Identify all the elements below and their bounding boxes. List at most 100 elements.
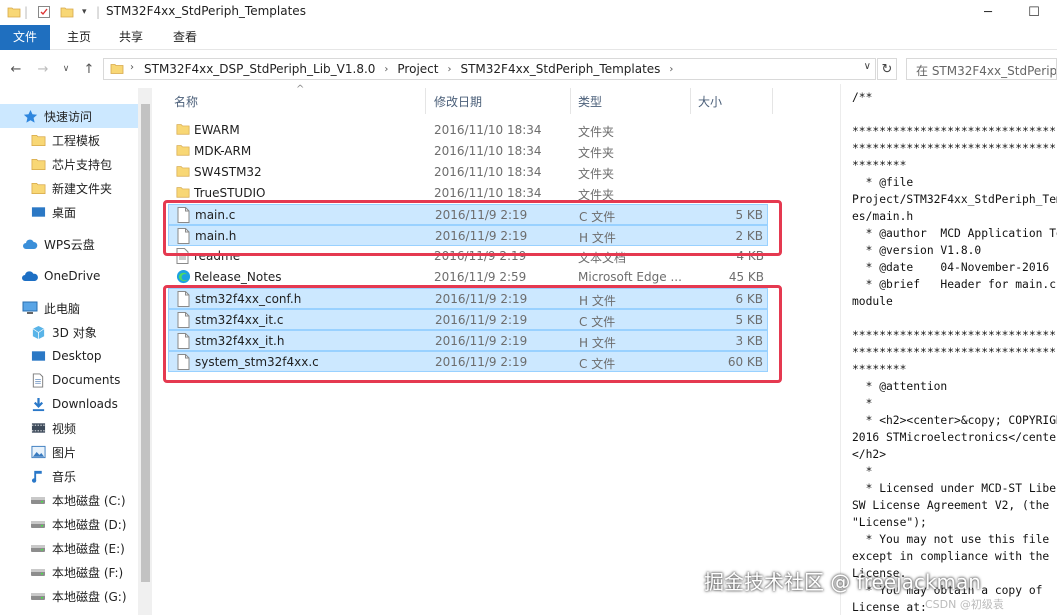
preview-pane: /** ****************************** *****… xyxy=(840,84,1057,615)
up-arrow-icon[interactable]: ↑ xyxy=(80,60,98,78)
sidebar-item[interactable]: 工程模板 xyxy=(0,128,138,152)
file-type: Microsoft Edge ... xyxy=(578,270,682,284)
sidebar-item[interactable]: Documents xyxy=(0,368,138,392)
highlight-box-stm32-files xyxy=(163,285,782,383)
folder-icon xyxy=(30,132,46,148)
sidebar-item[interactable]: 3D 对象 xyxy=(0,320,138,344)
tab-share[interactable]: 共享 xyxy=(110,25,152,50)
sidebar-item-label: Downloads xyxy=(52,397,118,411)
sort-up-icon: ^ xyxy=(296,84,305,95)
recent-locations-icon[interactable]: ∨ xyxy=(57,60,75,78)
file-type: 文件夹 xyxy=(578,167,615,181)
file-date: 2016/11/9 2:59 xyxy=(434,270,527,284)
sidebar-item[interactable]: 本地磁盘 (F:) xyxy=(0,560,138,584)
watermark-secondary: CSDN @初级袁 xyxy=(925,598,1004,611)
file-date: 2016/11/10 18:34 xyxy=(434,165,542,179)
file-name: TrueSTUDIO xyxy=(194,186,266,200)
folder-icon xyxy=(176,143,190,159)
file-list: ^ 名称 修改日期 类型 大小 EWARM 2016/11/10 18:34 文件夹… xyxy=(152,84,840,615)
sidebar-item-label: 工程模板 xyxy=(52,133,101,148)
file-name: EWARM xyxy=(194,123,240,137)
sidebar-item-label: Desktop xyxy=(52,349,102,363)
breadcrumb-item-templates[interactable]: STM32F4xx_StdPeriph_Templates xyxy=(460,62,660,76)
file-row[interactable]: MDK-ARM 2016/11/10 18:34 文件夹 xyxy=(168,141,768,162)
sidebar-item[interactable]: 本地磁盘 (C:) xyxy=(0,488,138,512)
sidebar-item[interactable]: 芯片支持包 xyxy=(0,152,138,176)
column-header-name[interactable]: 名称 xyxy=(174,93,198,110)
sidebar-item[interactable]: 桌面 xyxy=(0,200,138,224)
sidebar-item[interactable]: 本地磁盘 (G:) xyxy=(0,584,138,608)
sidebar-item-label: 快速访问 xyxy=(44,109,93,124)
search-input[interactable]: 在 STM32F4xx_StdPeriph_Templates 中搜索 xyxy=(906,58,1057,80)
sidebar-item-label: 桌面 xyxy=(52,205,77,220)
sidebar-item-label: 本地磁盘 (F:) xyxy=(52,565,124,580)
column-header-type[interactable]: 类型 xyxy=(578,93,602,110)
sidebar-item-label: WPS云盘 xyxy=(44,237,95,252)
sidebar-item-label: 本地磁盘 (D:) xyxy=(52,517,127,532)
sidebar-item-label: 本地磁盘 (C:) xyxy=(52,493,126,508)
file-row[interactable]: EWARM 2016/11/10 18:34 文件夹 xyxy=(168,120,768,141)
preview-text: /** ****************************** *****… xyxy=(852,91,1057,614)
sidebar-scrollbar-thumb[interactable] xyxy=(141,104,150,582)
sidebar-item[interactable]: 此电脑 xyxy=(0,296,138,320)
sidebar-item[interactable]: 快速访问 xyxy=(0,104,138,128)
sidebar-item-label: 本地磁盘 (G:) xyxy=(52,589,127,604)
tab-view[interactable]: 查看 xyxy=(163,25,207,50)
folder-icon xyxy=(176,185,190,201)
sidebar-item-label: 此电脑 xyxy=(44,301,81,316)
sidebar-item[interactable]: 图片 xyxy=(0,440,138,464)
sidebar-item[interactable]: WPS云盘 xyxy=(0,232,138,256)
chevron-right-icon: › xyxy=(130,62,134,73)
sidebar-item[interactable]: Desktop xyxy=(0,344,138,368)
file-date: 2016/11/10 18:34 xyxy=(434,123,542,137)
drive-icon xyxy=(30,564,46,580)
sidebar-item[interactable]: Downloads xyxy=(0,392,138,416)
sidebar-item[interactable]: 音乐 xyxy=(0,464,138,488)
chevron-down-icon[interactable]: ∨ xyxy=(864,61,871,72)
column-header-size[interactable]: 大小 xyxy=(698,93,722,110)
tab-home[interactable]: 主页 xyxy=(58,25,100,50)
breadcrumb-item-project[interactable]: Project xyxy=(397,62,438,76)
sidebar-item-label: 新建文件夹 xyxy=(52,181,113,196)
highlight-box-main xyxy=(163,200,782,256)
maximize-button[interactable]: ☐ xyxy=(1011,0,1057,24)
sidebar-item-label: 图片 xyxy=(52,445,77,460)
sidebar-item[interactable]: 新建文件夹 xyxy=(0,176,138,200)
edge-icon xyxy=(176,269,191,285)
sidebar-item[interactable]: 本地磁盘 (D:) xyxy=(0,512,138,536)
sidebar-item-label: 3D 对象 xyxy=(52,325,97,340)
cube-icon xyxy=(30,324,46,340)
chevron-right-icon: › xyxy=(384,63,389,75)
column-header-date[interactable]: 修改日期 xyxy=(434,93,482,110)
video-icon xyxy=(30,420,46,436)
properties-icon[interactable] xyxy=(37,4,51,20)
navigation-pane: 快速访问工程模板芯片支持包新建文件夹桌面 WPS云盘 OneDrive 此电脑 3D 对… xyxy=(0,96,152,615)
sidebar-item[interactable]: 视频 xyxy=(0,416,138,440)
sidebar-item[interactable]: OneDrive xyxy=(0,264,138,288)
sidebar-item-label: Documents xyxy=(52,373,121,387)
folder-icon xyxy=(176,164,190,180)
watermark: 掘金技术社区 @ freejackman xyxy=(704,570,981,594)
file-type: 文件夹 xyxy=(578,146,615,160)
address-bar[interactable]: › STM32F4xx_DSP_StdPeriph_Lib_V1.8.0 › P… xyxy=(103,58,876,80)
customize-toolbar-icon[interactable]: ▾ xyxy=(82,4,87,20)
file-row[interactable]: SW4STM32 2016/11/10 18:34 文件夹 xyxy=(168,162,768,183)
file-date: 2016/11/10 18:34 xyxy=(434,186,542,200)
documents-icon xyxy=(30,372,46,388)
folder-icon xyxy=(110,61,124,79)
folder-icon xyxy=(7,4,21,20)
minimize-button[interactable]: ─ xyxy=(965,0,1011,24)
breadcrumb-item-lib[interactable]: STM32F4xx_DSP_StdPeriph_Lib_V1.8.0 xyxy=(144,62,375,76)
tab-file[interactable]: 文件 xyxy=(0,25,50,50)
forward-arrow-icon[interactable]: → xyxy=(34,60,52,78)
chevron-right-icon: › xyxy=(447,63,452,75)
back-arrow-icon[interactable]: ← xyxy=(7,60,25,78)
file-name: Release_Notes xyxy=(194,270,282,284)
new-folder-icon[interactable] xyxy=(60,4,74,20)
refresh-button[interactable]: ↻ xyxy=(877,58,897,80)
drive-icon xyxy=(30,540,46,556)
star-icon xyxy=(22,108,38,124)
cloud-icon xyxy=(22,236,38,252)
sidebar-item[interactable]: 本地磁盘 (E:) xyxy=(0,536,138,560)
pc-icon xyxy=(22,300,38,316)
